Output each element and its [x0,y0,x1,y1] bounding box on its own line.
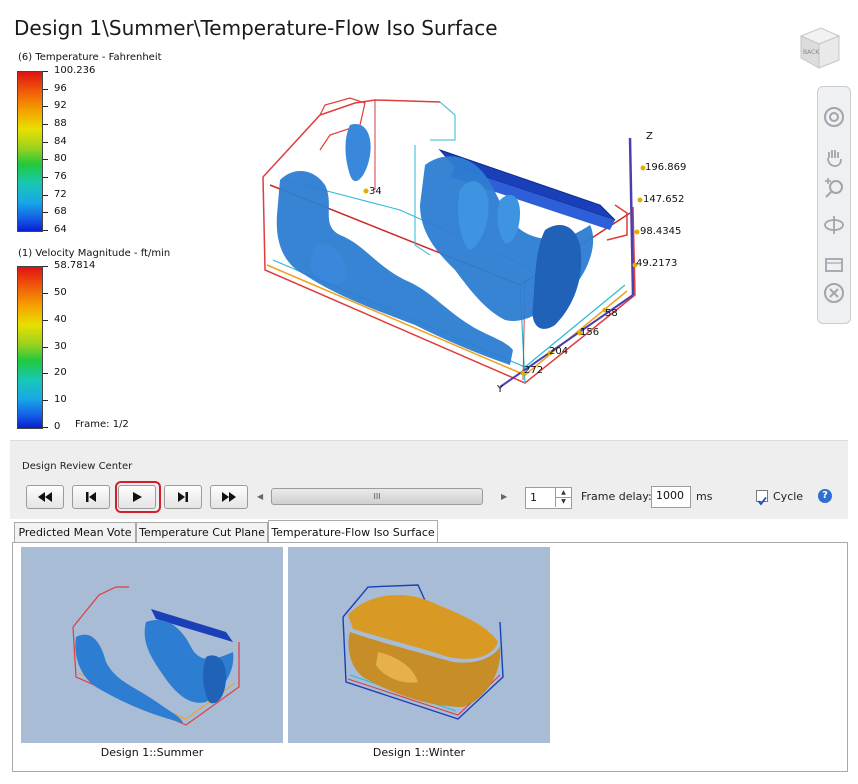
temperature-tick-mark [43,124,48,125]
z-tick-4: 49.2173 [636,258,678,269]
temperature-tick-label: 68 [54,206,67,218]
thumbnail-winter[interactable] [288,547,550,743]
frame-delay-label: Frame delay: [581,490,652,503]
temperature-tick-mark [43,159,48,161]
velocity-tick-mark [43,346,48,348]
thumbnail-panel: Design 1::Summer Design 1::Winter [12,542,848,772]
y-tick-3: 204 [549,346,569,357]
velocity-tick-label: 58.7814 [54,260,96,271]
orbit-icon[interactable] [822,213,846,237]
cycle-checkbox[interactable] [756,490,768,506]
velocity-tick-label: 0 [54,421,61,432]
zoom-icon[interactable] [822,175,846,199]
y-tick-2: 156 [580,327,600,338]
previous-frame-button[interactable] [72,485,110,509]
help-icon[interactable]: ? [818,489,832,503]
temperature-tick-label: 80 [54,153,67,165]
z-tick-2: 147.652 [643,194,685,205]
first-frame-button[interactable] [26,485,64,509]
play-button[interactable] [118,485,156,509]
tab-temperature-cut-plane[interactable]: Temperature Cut Plane [136,522,268,542]
frame-delay-input[interactable]: 1000 [651,486,691,508]
velocity-tick-mark [43,427,48,428]
viewcube-label: BACK [803,49,820,56]
temperature-tick-mark [43,71,48,72]
z-tick-1: 196.869 [645,162,687,173]
drc-title: Design Review Center [22,461,133,472]
viewcube-icon[interactable]: BACK [793,24,843,72]
temperature-tick-label: 92 [54,100,67,112]
temperature-tick-mark [43,212,48,214]
tab-strip: Predicted Mean Vote Temperature Cut Plan… [12,520,848,543]
scroll-thumb[interactable]: III [271,488,483,505]
temperature-color-bar [17,71,43,232]
iso-surface-model[interactable] [255,95,695,395]
last-frame-icon [222,492,236,502]
z-tick-3: 98.4345 [640,226,682,237]
temperature-tick-label: 72 [54,188,67,200]
y-tick-4: 272 [524,365,544,376]
temperature-tick-mark [43,106,48,108]
tab-predicted-mean-vote[interactable]: Predicted Mean Vote [14,522,136,542]
next-frame-button[interactable] [164,485,202,509]
velocity-tick-mark [43,266,48,267]
previous-frame-icon [86,492,96,502]
velocity-tick-label: 40 [54,313,67,325]
thumbnail-summer-caption: Design 1::Summer [100,746,204,759]
thumbnail-summer[interactable] [21,547,283,743]
velocity-tick-label: 10 [54,394,67,406]
velocity-tick-label: 50 [54,286,67,298]
scroll-left-arrow-icon[interactable]: ◀ [257,492,263,501]
velocity-tick-label: 20 [54,367,67,379]
play-icon [133,492,142,502]
x-tick: 34 [369,186,382,197]
velocity-tick-mark [43,373,48,375]
frame-label: Frame: 1/2 [75,419,129,430]
velocity-tick-mark [43,319,48,321]
velocity-tick-mark [43,292,48,294]
stepper-down-icon[interactable]: ▼ [555,497,571,507]
tab-temperature-flow-iso-surface[interactable]: Temperature-Flow Iso Surface [268,520,438,543]
view-title: Design 1\Summer\Temperature-Flow Iso Sur… [14,16,498,40]
navigation-bar [817,86,851,324]
temperature-tick-mark [43,177,48,178]
temperature-tick-label: 88 [54,118,67,129]
temperature-legend-title: (6) Temperature - Fahrenheit [18,52,162,63]
first-frame-icon [38,492,52,502]
velocity-tick-label: 30 [54,340,67,352]
temperature-tick-label: 96 [54,82,67,94]
steering-wheel-icon[interactable] [822,105,846,129]
checkmark-icon [757,496,767,506]
temperature-tick-label: 84 [54,135,67,147]
next-frame-icon [178,492,188,502]
z-axis-label: Z [646,131,653,142]
temperature-tick-mark [43,194,48,196]
thumbnail-winter-caption: Design 1::Winter [372,746,466,759]
design-review-center: Design Review Center ◀ III ▶ 1 ▲ ▼ Frame… [10,440,848,519]
temperature-tick-label: 100.236 [54,65,96,76]
frame-scrollbar[interactable]: ◀ III ▶ [257,488,510,505]
temperature-tick-label: 64 [54,224,67,235]
frame-stepper[interactable]: 1 ▲ ▼ [525,487,572,509]
frame-delay-unit: ms [696,490,713,503]
y-axis-label: Y [497,384,504,395]
pan-icon[interactable] [822,145,846,169]
last-frame-button[interactable] [210,485,248,509]
temperature-tick-mark [43,230,48,231]
temperature-tick-mark [43,141,48,143]
cycle-label: Cycle [773,490,804,503]
y-tick-1: 58 [605,308,618,319]
velocity-tick-mark [43,400,48,402]
velocity-legend-title: (1) Velocity Magnitude - ft/min [18,248,171,259]
temperature-tick-mark [43,88,48,90]
scroll-right-arrow-icon[interactable]: ▶ [501,492,507,501]
velocity-color-bar [17,266,43,429]
frame-stepper-value: 1 [530,491,537,504]
look-icon[interactable] [822,251,846,275]
temperature-tick-label: 76 [54,171,67,182]
center-icon[interactable] [822,281,846,305]
